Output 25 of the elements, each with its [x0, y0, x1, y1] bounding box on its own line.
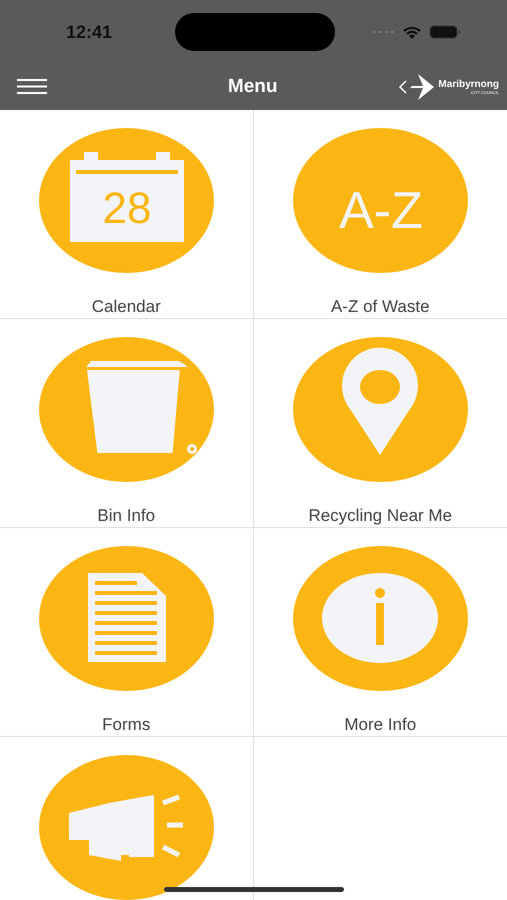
az-letters: A-Z: [338, 182, 423, 240]
status-time: 12:41: [66, 22, 114, 42]
menu-tile[interactable]: A-Z A-Z of Waste: [254, 110, 507, 319]
wifi-icon: [403, 26, 421, 38]
battery-icon: [429, 25, 461, 39]
tile-label: Calendar: [92, 297, 161, 317]
tile-label: Recycling Near Me: [308, 506, 452, 526]
tile-label: A-Z of Waste: [330, 297, 430, 317]
tile-label: More Info: [344, 715, 416, 735]
menu-tile[interactable]: More Info: [254, 528, 507, 737]
menu-tile[interactable]: 28 Calendar: [0, 110, 254, 319]
logo-name: Maribyrnong: [438, 79, 499, 90]
tile-label: Forms: [102, 715, 150, 735]
location-pin-icon: [292, 337, 468, 482]
logo-icon: [398, 72, 436, 102]
page-title: Menu: [228, 76, 278, 98]
date-number: 28: [102, 184, 152, 233]
menu-icon[interactable]: [17, 79, 47, 95]
bin-icon: [38, 337, 214, 482]
menu-tile[interactable]: Forms: [0, 528, 254, 737]
tile-label: Bin Info: [97, 506, 156, 526]
document-icon: [38, 546, 214, 691]
menu-tile[interactable]: Bin Info: [0, 319, 254, 528]
menu-tile[interactable]: Recycling Near Me: [254, 319, 507, 528]
info-icon: [292, 546, 468, 691]
